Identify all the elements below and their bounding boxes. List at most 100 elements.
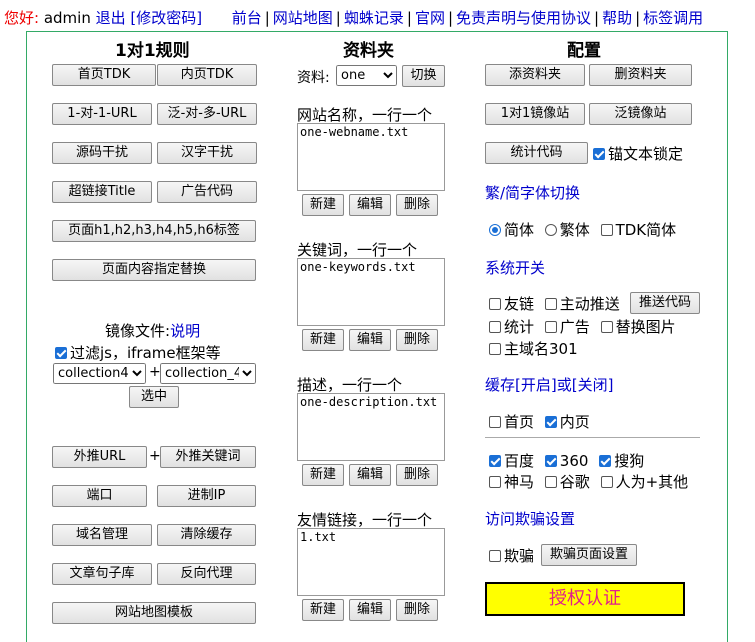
cache-on-link[interactable]: [开启]	[515, 376, 557, 394]
webname-textarea[interactable]: one-webname.txt	[297, 123, 445, 191]
plus-sign: +	[149, 364, 161, 380]
engine-row-2: 神马 谷歌 人为+其他	[489, 471, 688, 492]
reverse-proxy-button[interactable]: 反向代理	[157, 563, 256, 585]
sogou-checkbox[interactable]	[599, 455, 612, 467]
tdk-simplified-checkbox[interactable]	[600, 224, 613, 236]
config-title: 配置	[567, 41, 601, 61]
push-url-button[interactable]: 外推URL	[52, 446, 147, 468]
keywords-delete-button[interactable]: 删除	[396, 329, 438, 351]
one-to-one-mirror-button[interactable]: 1对1镜像站	[485, 103, 585, 125]
heading-tags-button[interactable]: 页面h1,h2,h3,h4,h5,h6标签	[52, 220, 256, 242]
frontend-link[interactable]: 前台	[232, 9, 262, 27]
official-site-link[interactable]: 官网	[415, 9, 445, 27]
port-button[interactable]: 端口	[52, 485, 147, 507]
keywords-edit-button[interactable]: 编辑	[349, 329, 391, 351]
stats-checkbox[interactable]	[489, 321, 501, 333]
cache-title: 缓存[开启]或[关闭]	[485, 376, 614, 394]
anchor-lock-row[interactable]: 锚文本锁定	[593, 143, 683, 164]
add-folder-button[interactable]: 添资料夹	[485, 64, 585, 86]
description-edit-button[interactable]: 编辑	[349, 464, 391, 486]
divider	[485, 437, 700, 438]
cloak-settings-link[interactable]: 访问欺骗设置	[485, 508, 575, 529]
360-checkbox[interactable]	[544, 455, 557, 467]
push-code-button[interactable]: 推送代码	[630, 292, 700, 314]
switch-row-2: 统计 广告 替换图片	[489, 316, 676, 337]
webname-edit-button[interactable]: 编辑	[349, 194, 391, 216]
disclaimer-link[interactable]: 免责声明与使用协议	[456, 9, 591, 27]
baidu-checkbox[interactable]	[489, 455, 501, 467]
plus-sign-2: +	[149, 448, 161, 464]
domain-manage-button[interactable]: 域名管理	[52, 524, 152, 546]
one-to-one-url-button[interactable]: 1-对-1-URL	[52, 103, 152, 125]
mirror-help-link[interactable]: 说明	[170, 322, 200, 340]
data-label: 资料:	[297, 70, 330, 86]
switch-row-3: 主域名301	[489, 338, 578, 359]
inner-tdk-button[interactable]: 内页TDK	[157, 64, 257, 86]
username: admin	[43, 9, 91, 27]
human-other-checkbox[interactable]	[600, 476, 613, 488]
logout-link[interactable]: 退出	[96, 9, 126, 27]
friend-link-checkbox[interactable]	[489, 298, 501, 310]
data-select[interactable]: one	[336, 65, 397, 86]
keywords-textarea[interactable]: one-keywords.txt	[297, 258, 445, 326]
active-push-checkbox[interactable]	[544, 298, 557, 310]
ad-checkbox[interactable]	[544, 321, 557, 333]
change-password-link[interactable]: [修改密码]	[130, 9, 202, 27]
content-replace-button[interactable]: 页面内容指定替换	[52, 259, 256, 281]
inner-cache-checkbox[interactable]	[544, 416, 557, 428]
tag-call-link[interactable]: 标签调用	[643, 9, 703, 27]
friendlink-edit-button[interactable]: 编辑	[349, 599, 391, 621]
collection-select-b[interactable]: collection_4	[160, 363, 256, 384]
stats-code-button[interactable]: 统计代码	[485, 142, 588, 164]
authorize-button[interactable]: 授权认证	[485, 582, 685, 616]
keywords-new-button[interactable]: 新建	[302, 329, 344, 351]
replace-image-checkbox[interactable]	[600, 321, 613, 333]
home-cache-checkbox[interactable]	[489, 416, 501, 428]
home-tdk-button[interactable]: 首页TDK	[52, 64, 156, 86]
friendlink-new-button[interactable]: 新建	[302, 599, 344, 621]
traditional-radio[interactable]	[544, 224, 557, 236]
ad-code-button[interactable]: 广告代码	[157, 181, 257, 203]
friendlink-label: 友情链接，一行一个	[297, 511, 433, 529]
delete-folder-button[interactable]: 删资料夹	[589, 64, 692, 86]
cloak-row: 欺骗	[489, 545, 534, 566]
sitemap-link[interactable]: 网站地图	[273, 9, 333, 27]
friendlink-delete-button[interactable]: 删除	[396, 599, 438, 621]
collection-select-a[interactable]: collection4	[53, 363, 146, 384]
hyperlink-title-button[interactable]: 超链接Title	[52, 181, 152, 203]
cloak-checkbox[interactable]	[489, 550, 501, 562]
webname-delete-button[interactable]: 删除	[396, 194, 438, 216]
spider-log-link[interactable]: 蜘蛛记录	[344, 9, 404, 27]
sentence-library-button[interactable]: 文章句子库	[52, 563, 152, 585]
cloak-page-button[interactable]: 欺骗页面设置	[541, 544, 637, 566]
select-button[interactable]: 选中	[129, 386, 179, 408]
font-switch-link[interactable]: 繁/简字体切换	[485, 182, 580, 203]
friendlink-textarea[interactable]: 1.txt	[297, 528, 445, 596]
filter-checkbox-row[interactable]: 过滤js，iframe框架等	[55, 342, 221, 363]
simplified-radio[interactable]	[489, 224, 501, 236]
font-radio-row: 简体 繁体 TDK简体	[489, 219, 676, 240]
description-delete-button[interactable]: 删除	[396, 464, 438, 486]
description-new-button[interactable]: 新建	[302, 464, 344, 486]
webname-new-button[interactable]: 新建	[302, 194, 344, 216]
chinese-interference-button[interactable]: 汉字干扰	[157, 142, 257, 164]
anchor-lock-checkbox[interactable]	[593, 148, 605, 160]
google-checkbox[interactable]	[544, 476, 557, 488]
switch-button[interactable]: 切换	[402, 65, 445, 87]
push-keyword-button[interactable]: 外推关键词	[160, 446, 256, 468]
cache-off-link[interactable]: [关闭]	[572, 376, 614, 394]
shenma-checkbox[interactable]	[489, 476, 501, 488]
main-domain-301-checkbox[interactable]	[489, 343, 501, 355]
base-ip-button[interactable]: 进制IP	[157, 485, 256, 507]
mirror-file-label: 镜像文件:说明	[105, 322, 201, 340]
clear-cache-button[interactable]: 清除缓存	[157, 524, 256, 546]
rules-title: 1对1规则	[115, 41, 190, 61]
sitemap-template-button[interactable]: 网站地图模板	[52, 602, 256, 624]
pan-mirror-button[interactable]: 泛镜像站	[589, 103, 692, 125]
description-textarea[interactable]: one-description.txt	[297, 393, 445, 461]
source-interference-button[interactable]: 源码干扰	[52, 142, 152, 164]
system-switch-link[interactable]: 系统开关	[485, 257, 545, 278]
help-link[interactable]: 帮助	[602, 9, 632, 27]
filter-checkbox[interactable]	[55, 347, 67, 359]
pan-to-many-url-button[interactable]: 泛-对-多-URL	[157, 103, 257, 125]
